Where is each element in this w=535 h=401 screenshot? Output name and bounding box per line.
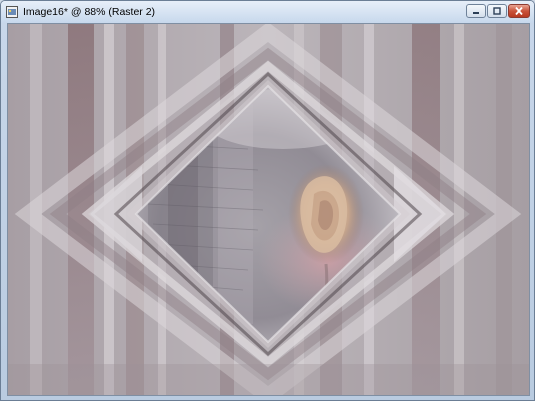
window-title: Image16* @ 88% (Raster 2)	[23, 6, 156, 18]
maximize-icon	[493, 7, 501, 15]
app-icon	[6, 6, 18, 18]
close-icon	[515, 7, 523, 15]
title-bar[interactable]: Image16* @ 88% (Raster 2)	[1, 1, 534, 23]
image-canvas[interactable]	[7, 23, 530, 396]
window-controls	[466, 4, 530, 18]
minimize-icon	[473, 12, 479, 14]
maximize-button[interactable]	[487, 4, 507, 18]
close-button[interactable]	[508, 4, 530, 18]
minimize-button[interactable]	[466, 4, 486, 18]
image-document-window: Image16* @ 88% (Raster 2)	[0, 0, 535, 401]
artwork	[8, 24, 529, 395]
